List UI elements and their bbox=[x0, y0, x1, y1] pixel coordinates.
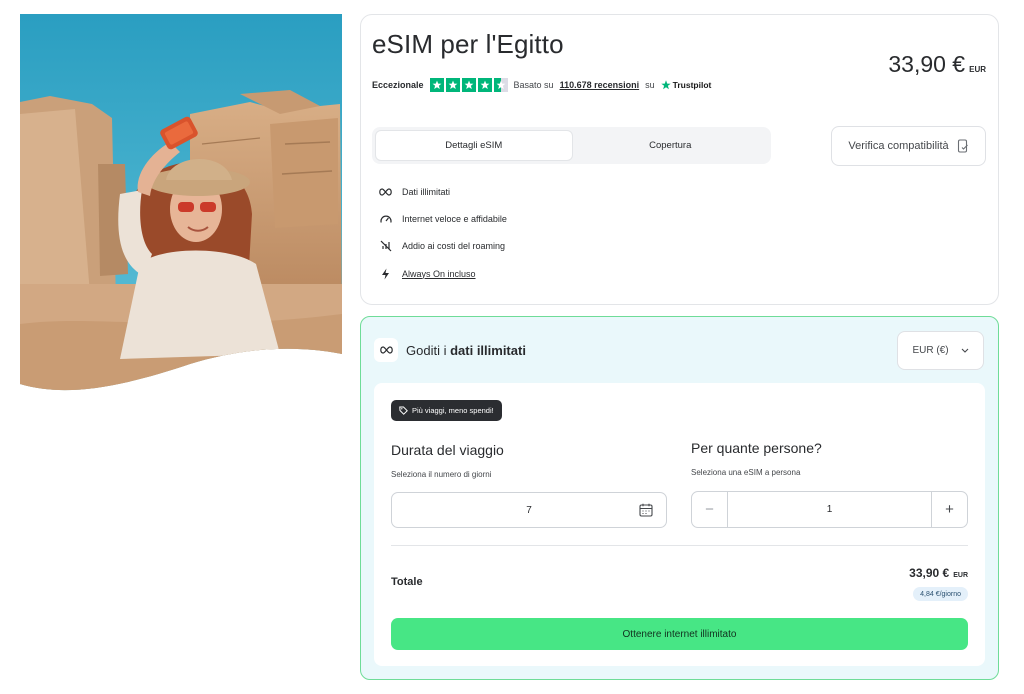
decrement-button[interactable]: − bbox=[692, 492, 728, 527]
trustpilot-label: Trustpilot bbox=[672, 80, 712, 90]
detail-tabs: Dettagli eSIM Copertura bbox=[372, 127, 771, 164]
star-icon bbox=[477, 78, 492, 92]
trustpilot-star-icon bbox=[660, 80, 671, 90]
infinity-icon bbox=[374, 338, 398, 362]
currency-select-value: EUR (€) bbox=[912, 345, 949, 356]
no-roaming-icon bbox=[379, 240, 392, 253]
phone-check-icon bbox=[957, 139, 968, 153]
tab-esim-details[interactable]: Dettagli eSIM bbox=[375, 130, 573, 161]
star-icon bbox=[461, 78, 476, 92]
total-currency: EUR bbox=[953, 572, 968, 579]
plan-configurator: Più viaggi, meno spendi! Durata del viag… bbox=[374, 383, 985, 666]
plan-title-bold: dati illimitati bbox=[450, 343, 526, 358]
reviews-link[interactable]: 110.678 recensioni bbox=[560, 80, 640, 90]
price-amount: 33,90 € bbox=[888, 51, 966, 77]
total-price: 33,90 € EUR bbox=[909, 566, 968, 580]
currency-select[interactable]: EUR (€) bbox=[897, 331, 984, 370]
price: 33,90 € EUR bbox=[888, 51, 986, 78]
plan-title-prefix: Goditi i bbox=[406, 343, 447, 358]
rating-based-on: Basato su bbox=[513, 80, 554, 90]
feature-item: Dati illimitati bbox=[379, 178, 507, 205]
increment-button[interactable]: + bbox=[931, 492, 967, 527]
promo-badge-label: Più viaggi, meno spendi! bbox=[412, 406, 494, 415]
calendar-icon bbox=[639, 503, 653, 517]
star-icon bbox=[429, 78, 444, 92]
people-label: Per quante persone? bbox=[691, 440, 822, 456]
get-unlimited-internet-button[interactable]: Ottenere internet illimitato bbox=[391, 618, 968, 650]
hero-image bbox=[20, 14, 342, 394]
divider bbox=[391, 545, 968, 546]
plan-panel: Goditi i dati illimitati EUR (€) Più via… bbox=[360, 316, 999, 680]
speedometer-icon bbox=[379, 212, 392, 225]
total-label: Totale bbox=[391, 576, 423, 588]
feature-item: Addio ai costi del roaming bbox=[379, 233, 507, 260]
plan-title: Goditi i dati illimitati bbox=[406, 343, 526, 358]
trustpilot-logo: Trustpilot bbox=[660, 80, 712, 90]
trustpilot-rating: Eccezionale Basato su 110.678 recensioni… bbox=[372, 78, 711, 92]
infinity-icon bbox=[379, 185, 392, 198]
page-title: eSIM per l'Egitto bbox=[372, 29, 564, 59]
duration-sublabel: Seleziona il numero di giorni bbox=[391, 470, 492, 479]
duration-label: Durata del viaggio bbox=[391, 442, 504, 458]
feature-label: Dati illimitati bbox=[402, 186, 451, 197]
tag-icon bbox=[399, 406, 408, 415]
total-amount: 33,90 € bbox=[909, 566, 950, 580]
per-day-badge: 4,84 €/giorno bbox=[913, 587, 968, 601]
feature-item: Always On incluso bbox=[379, 260, 507, 287]
always-on-link[interactable]: Always On incluso bbox=[402, 269, 476, 279]
bolt-icon bbox=[379, 267, 392, 280]
feature-label: Addio ai costi del roaming bbox=[402, 241, 506, 252]
tab-coverage[interactable]: Copertura bbox=[573, 130, 769, 161]
chevron-down-icon bbox=[961, 348, 968, 353]
promo-badge: Più viaggi, meno spendi! bbox=[391, 400, 502, 421]
star-icon bbox=[445, 78, 460, 92]
people-sublabel: Seleziona una eSIM a persona bbox=[691, 468, 801, 477]
rating-word: Eccezionale bbox=[372, 80, 424, 90]
product-card: eSIM per l'Egitto 33,90 € EUR Eccezional… bbox=[360, 14, 999, 305]
days-value: 7 bbox=[526, 504, 532, 516]
people-value[interactable]: 1 bbox=[728, 492, 931, 527]
days-input[interactable]: 7 bbox=[391, 492, 667, 528]
people-stepper: − 1 + bbox=[691, 491, 968, 528]
price-currency: EUR bbox=[969, 65, 986, 74]
rating-stars bbox=[429, 78, 508, 92]
half-star-icon bbox=[493, 78, 508, 92]
feature-label: Internet veloce e affidabile bbox=[402, 213, 507, 224]
verify-compatibility-label: Verifica compatibilità bbox=[848, 140, 949, 152]
rating-on: su bbox=[645, 80, 655, 90]
feature-item: Internet veloce e affidabile bbox=[379, 205, 507, 232]
verify-compatibility-button[interactable]: Verifica compatibilità bbox=[831, 126, 986, 166]
feature-list: Dati illimitati Internet veloce e affida… bbox=[379, 178, 507, 287]
